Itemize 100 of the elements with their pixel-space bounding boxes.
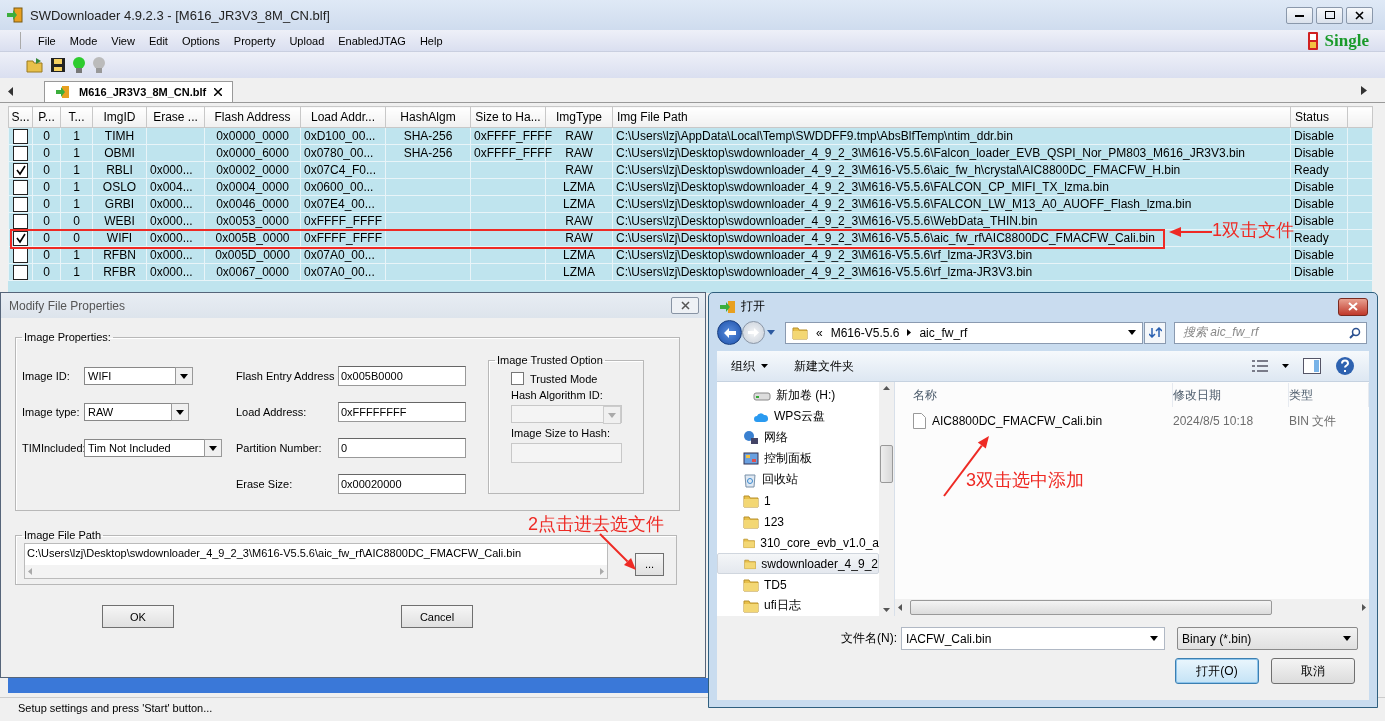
input-field[interactable]: 0 (338, 438, 466, 458)
nav-item[interactable]: 新加卷 (H:) (717, 385, 879, 407)
group-label: Image Trusted Option (496, 354, 604, 366)
column-header[interactable]: Erase ... (146, 106, 205, 128)
breadcrumb-item[interactable]: aic_fw_rf (919, 325, 968, 340)
column-header[interactable]: 名称 (913, 383, 1173, 408)
column-header[interactable]: S... (8, 106, 33, 128)
scroll-left-icon[interactable] (8, 86, 14, 96)
nav-item[interactable]: swdownloader_4_9_2 (717, 553, 879, 575)
checkbox[interactable] (13, 264, 28, 280)
address-bar[interactable]: « M616-V5.5.6 aic_fw_rf (785, 321, 1143, 344)
checkbox[interactable] (13, 162, 28, 178)
dropdown-icon[interactable] (1282, 364, 1289, 369)
nav-item[interactable]: 123 (717, 511, 879, 533)
file-path: C:\Users\lzj\Desktop\swdownloader_4_9_2_3\M616-V5.5.6\aic_fw_h\crystal\AIC8800DC_FMACFW_H.bin (616, 163, 1181, 177)
scroll-down-icon[interactable] (883, 608, 890, 613)
menu-item[interactable]: EnabledJTAG (331, 34, 413, 47)
column-header[interactable]: Load Addr... (300, 106, 386, 128)
dropdown-icon[interactable] (1128, 330, 1136, 336)
nav-item[interactable]: ufi日志 (717, 595, 879, 617)
nav-item[interactable]: 1 (717, 490, 879, 512)
menu-item[interactable]: Mode (62, 34, 105, 47)
close-icon (1355, 10, 1364, 20)
filename-field[interactable]: IACFW_Cali.bin (901, 627, 1165, 651)
column-header[interactable]: Status (1290, 106, 1348, 128)
document-tab[interactable]: M616_JR3V3_8M_CN.blf (44, 81, 234, 102)
close-button[interactable] (671, 297, 699, 314)
scrollbar[interactable] (879, 382, 894, 617)
breadcrumb-item[interactable]: M616-V5.5.6 (830, 325, 900, 340)
maximize-button[interactable] (1316, 6, 1343, 24)
overflow-chevron[interactable]: « (816, 325, 823, 340)
column-header[interactable]: Size to Ha... (470, 106, 546, 128)
help-icon[interactable] (1335, 356, 1355, 377)
scroll-left-icon[interactable] (898, 604, 902, 612)
scroll-right-icon[interactable] (1361, 86, 1367, 95)
column-header[interactable]: HashAlgm (385, 106, 471, 128)
refresh-button[interactable] (1144, 321, 1166, 344)
file-row[interactable]: AIC8800DC_FMACFW_Cali.bin 2024/8/5 10:18 BIN 文件 (895, 408, 1369, 435)
checkbox[interactable] (13, 196, 28, 212)
checkbox[interactable] (13, 145, 28, 161)
table-cell: 0xFFFF_FFFF (474, 129, 552, 143)
dropdown[interactable]: RAW (84, 403, 189, 421)
dialog-button[interactable]: 打开(O) (1175, 658, 1259, 685)
new-folder-button[interactable]: 新建文件夹 (794, 357, 854, 375)
checkbox[interactable] (13, 128, 28, 144)
dropdown[interactable]: Tim Not Included (84, 439, 222, 457)
column-header[interactable]: ImgType (545, 106, 613, 128)
scrollbar[interactable] (895, 599, 1369, 617)
browse-button[interactable]: ... (635, 552, 664, 576)
dialog-button[interactable]: 取消 (1271, 658, 1355, 685)
nav-item[interactable]: 回收站 (717, 469, 879, 491)
dialog-button[interactable]: OK (102, 605, 174, 628)
bulb-icon[interactable] (72, 56, 86, 74)
menu-item[interactable]: Edit (141, 34, 175, 47)
nav-item[interactable]: TD5 (717, 574, 879, 596)
column-header[interactable]: ImgID (92, 106, 147, 128)
view-options-icon[interactable] (1252, 360, 1268, 373)
nav-item[interactable]: WPS云盘 (717, 406, 879, 428)
organize-menu[interactable]: 组织 (731, 357, 768, 375)
back-button[interactable] (717, 320, 742, 346)
column-header[interactable]: Flash Address (204, 106, 301, 128)
column-header[interactable]: T... (60, 106, 93, 128)
column-header[interactable]: 类型 (1289, 383, 1369, 408)
filter-dropdown[interactable]: Binary (*.bin) (1177, 627, 1358, 651)
column-header[interactable]: Img File Path (612, 106, 1291, 128)
scroll-up-icon[interactable] (883, 386, 890, 391)
close-icon[interactable] (214, 88, 223, 96)
search-field[interactable]: 搜索 aic_fw_rf (1174, 321, 1367, 344)
search-icon (1349, 326, 1361, 339)
checkbox[interactable] (13, 179, 28, 195)
table-cell: 0x0046_0000 (216, 197, 289, 211)
scroll-thumb[interactable] (880, 445, 893, 484)
menu-item[interactable]: View (104, 34, 142, 47)
menu-item[interactable]: Property (226, 34, 283, 47)
close-button[interactable] (1338, 297, 1368, 316)
menu-item[interactable]: Upload (282, 34, 332, 47)
minimize-button[interactable] (1286, 6, 1313, 24)
save-icon[interactable] (50, 57, 66, 73)
caret-icon (209, 445, 217, 451)
close-button[interactable] (1346, 6, 1373, 24)
checkbox[interactable]: Trusted Mode (511, 372, 643, 385)
scroll-thumb[interactable] (910, 600, 1272, 616)
nav-item[interactable]: 控制面板 (717, 448, 879, 470)
checkbox[interactable] (13, 213, 28, 229)
column-header[interactable]: 修改日期 (1173, 383, 1289, 408)
column-header[interactable]: P... (32, 106, 61, 128)
dropdown[interactable]: WIFI (84, 367, 193, 385)
input-field[interactable]: 0xFFFFFFFF (338, 402, 466, 422)
menu-item[interactable]: File (31, 34, 63, 47)
nav-item[interactable]: 网络 (717, 427, 879, 449)
nav-item[interactable]: 310_core_evb_v1.0_a (717, 532, 879, 554)
input-field[interactable]: 0x00020000 (338, 474, 466, 494)
preview-pane-icon[interactable] (1303, 358, 1321, 375)
dialog-button[interactable]: Cancel (401, 605, 473, 628)
menu-item[interactable]: Options (174, 34, 227, 47)
scroll-right-icon[interactable] (1362, 604, 1366, 612)
table-cell: 0x004... (150, 180, 193, 194)
table-cell: 0x005D_0000 (215, 248, 290, 262)
menu-item[interactable]: Help (412, 34, 450, 47)
open-folder-icon[interactable] (26, 57, 44, 73)
